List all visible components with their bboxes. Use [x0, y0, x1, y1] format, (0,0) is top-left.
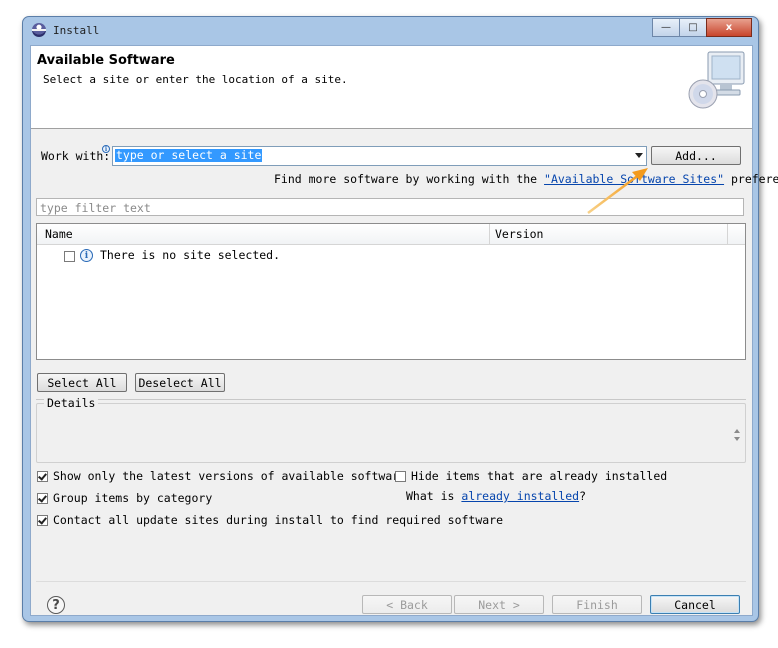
column-separator[interactable] — [489, 224, 490, 244]
group-by-category-label[interactable]: Group items by category — [53, 491, 212, 505]
hide-installed-checkbox[interactable] — [395, 471, 406, 482]
wizard-body: Work with: i type or select a site Add..… — [31, 129, 778, 615]
window-title: Install — [53, 24, 100, 37]
work-with-label: Work with: — [41, 149, 111, 163]
info-icon: i — [80, 249, 93, 262]
what-is-installed-text: What is already installed? — [406, 489, 586, 503]
caption-buttons: — □ x — [652, 18, 752, 37]
page-description: Select a site or enter the location of a… — [43, 73, 348, 86]
separator — [36, 399, 746, 400]
title-bar[interactable]: Install — □ x — [23, 17, 758, 45]
info-decoration-icon: i — [102, 145, 110, 153]
back-button[interactable]: < Back — [362, 595, 452, 614]
footer-separator — [36, 581, 746, 582]
finish-button[interactable]: Finish — [552, 595, 642, 614]
select-all-button[interactable]: Select All — [37, 373, 127, 392]
next-button[interactable]: Next > — [454, 595, 544, 614]
add-site-button[interactable]: Add... — [651, 146, 741, 165]
what-is-suffix: ? — [579, 489, 587, 503]
install-window: Install — □ x Available Software Select … — [22, 16, 778, 622]
details-group: Details — [36, 396, 746, 463]
dialog-client-area: Available Software Select a site or ente… — [30, 45, 778, 616]
more-software-text: Find more software by working with the "… — [274, 172, 778, 186]
minimize-button[interactable]: — — [652, 18, 680, 37]
more-software-prefix: Find more software by working with the — [274, 172, 545, 186]
column-name-header[interactable]: Name — [45, 227, 73, 241]
close-button[interactable]: x — [706, 18, 752, 37]
details-scroll-icon[interactable] — [733, 428, 741, 442]
help-icon[interactable]: ? — [47, 596, 65, 614]
dropdown-arrow-icon[interactable] — [635, 153, 643, 158]
hide-installed-label[interactable]: Hide items that are already installed — [411, 469, 667, 483]
row-text: There is no site selected. — [100, 248, 281, 262]
column-separator[interactable] — [727, 224, 728, 244]
contact-update-sites-checkbox[interactable] — [37, 515, 48, 526]
cancel-button[interactable]: Cancel — [650, 595, 740, 614]
contact-update-sites-label[interactable]: Contact all update sites during install … — [53, 513, 503, 527]
latest-versions-label[interactable]: Show only the latest versions of availab… — [53, 469, 406, 483]
table-header: Name Version — [37, 224, 745, 245]
column-version-header[interactable]: Version — [495, 227, 543, 241]
latest-versions-checkbox[interactable] — [37, 471, 48, 482]
row-checkbox[interactable] — [64, 251, 75, 262]
page-title: Available Software — [37, 53, 175, 68]
work-with-value[interactable]: type or select a site — [115, 149, 263, 162]
maximize-button[interactable]: □ — [679, 18, 707, 37]
filter-input[interactable]: type filter text — [36, 198, 744, 216]
group-by-category-checkbox[interactable] — [37, 493, 48, 504]
details-label: Details — [44, 396, 99, 410]
available-software-sites-link[interactable]: "Available Software Sites" — [544, 172, 724, 186]
deselect-all-button[interactable]: Deselect All — [135, 373, 225, 392]
install-software-icon — [688, 51, 745, 109]
software-table: Name Version i There is no site selected… — [36, 223, 746, 360]
eclipse-app-icon — [32, 23, 46, 37]
work-with-combo[interactable]: type or select a site — [112, 146, 647, 166]
what-is-prefix: What is — [406, 489, 462, 503]
already-installed-link[interactable]: already installed — [461, 489, 579, 503]
more-software-suffix: preferences. — [730, 172, 778, 186]
wizard-banner: Available Software Select a site or ente… — [31, 46, 752, 129]
